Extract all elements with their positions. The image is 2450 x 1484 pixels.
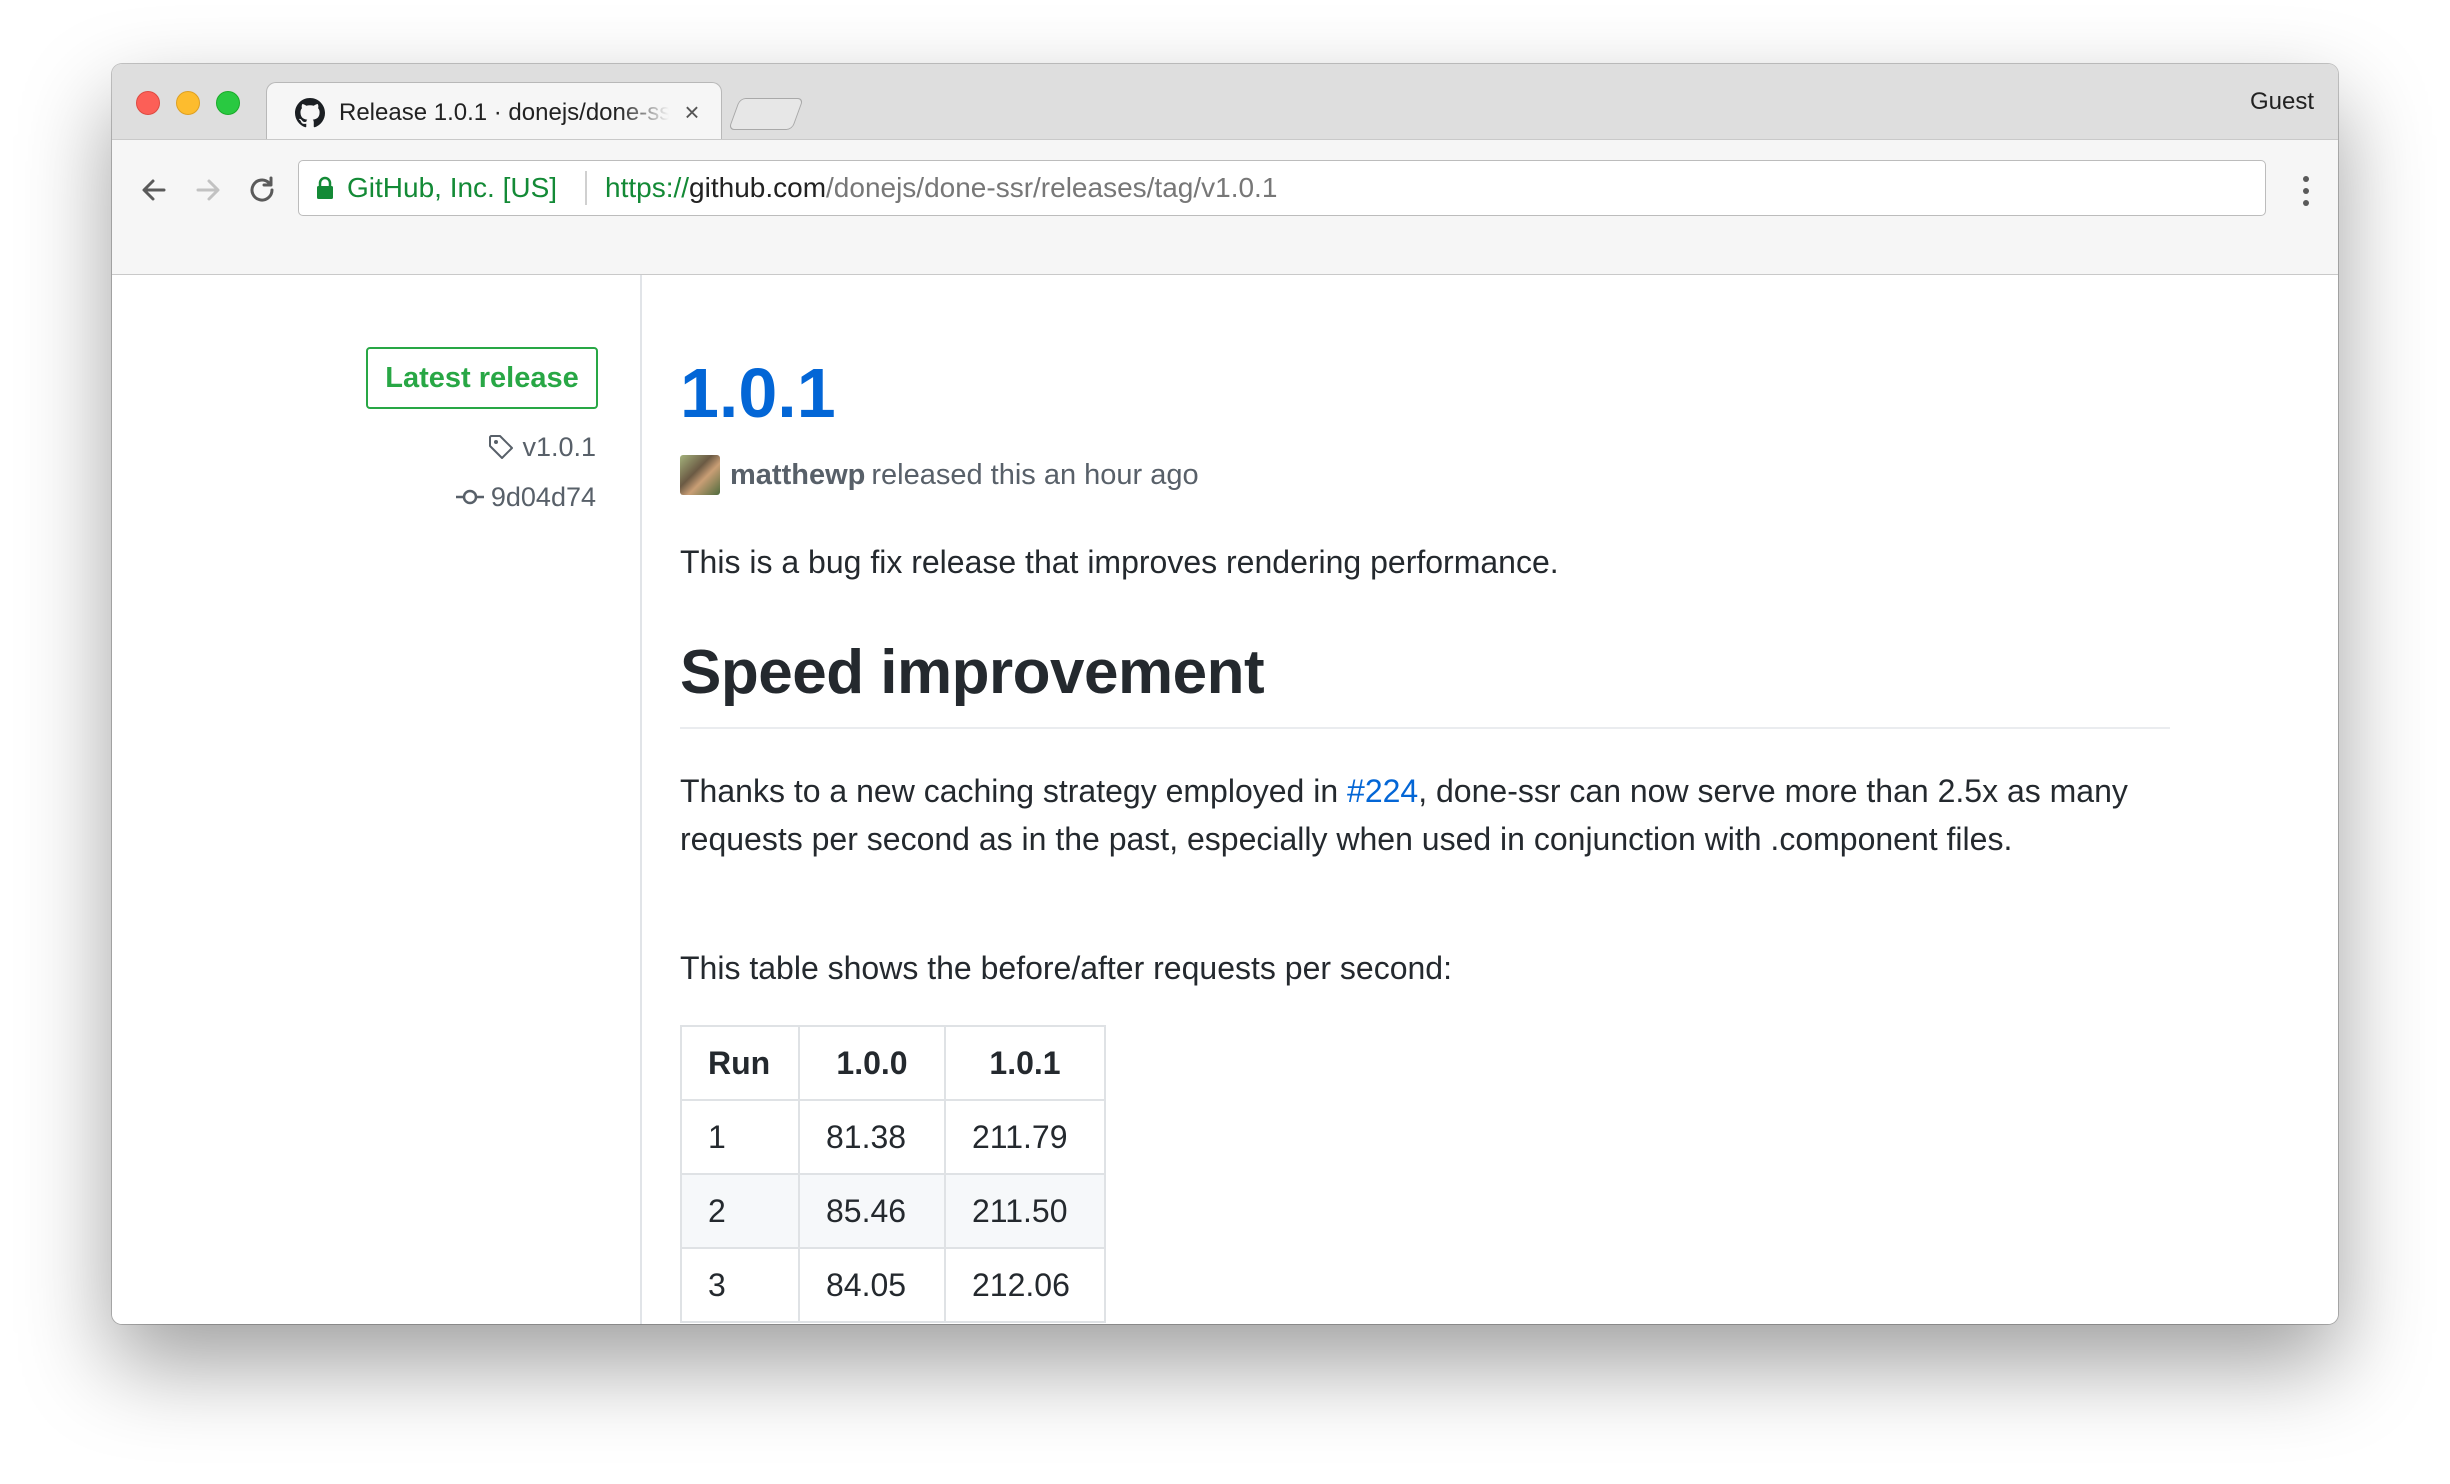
speed-paragraph: Thanks to a new caching strategy employe… <box>680 767 2170 863</box>
close-window-button[interactable] <box>136 91 160 115</box>
url-scheme: https:// <box>605 172 690 203</box>
section-heading: Speed improvement <box>680 633 2170 729</box>
browser-window: Release 1.0.1 · donejs/done-ssr × Guest … <box>112 64 2338 1324</box>
tag-icon <box>489 435 514 459</box>
tab-close-icon[interactable]: × <box>679 97 705 127</box>
release-intro: This is a bug fix release that improves … <box>680 544 1559 580</box>
column-header-1-0-0: 1.0.0 <box>798 1025 946 1101</box>
table-header-row: Run 1.0.0 1.0.1 <box>680 1025 1106 1101</box>
release-author-line: matthewp released this an hour ago <box>680 455 1199 495</box>
table-cell: 85.46 <box>798 1173 946 1249</box>
table-cell: 211.50 <box>944 1173 1106 1249</box>
table-cell: 3 <box>680 1247 800 1323</box>
forward-arrow-icon[interactable] <box>188 170 228 210</box>
column-header-run: Run <box>680 1025 800 1101</box>
browser-toolbar: GitHub, Inc. [US] https://github.com/don… <box>112 139 2338 275</box>
url-text[interactable]: https://github.com/donejs/done-ssr/relea… <box>605 171 1277 205</box>
reload-icon[interactable] <box>242 170 282 210</box>
released-time-text: released this an hour ago <box>871 458 1199 491</box>
new-tab-button[interactable] <box>728 98 804 130</box>
release-sidebar: Latest release v1.0.1 9d04d74 <box>112 275 642 1324</box>
commit-icon <box>455 489 484 505</box>
commit-sha: 9d04d74 <box>490 482 596 512</box>
page-content: Latest release v1.0.1 9d04d74 1.0.1 matt… <box>112 275 2338 1324</box>
browser-tab-active[interactable]: Release 1.0.1 · donejs/done-ssr × <box>266 82 722 140</box>
tag-label: v1.0.1 <box>522 432 596 462</box>
table-cell: 81.38 <box>798 1099 946 1175</box>
table-cell: 2 <box>680 1173 800 1249</box>
security-label[interactable]: GitHub, Inc. [US] <box>347 171 557 205</box>
author-link[interactable]: matthewp <box>730 459 865 492</box>
table-intro: This table shows the before/after reques… <box>680 950 1452 986</box>
issue-link[interactable]: #224 <box>1347 773 1418 809</box>
table-cell: 211.79 <box>944 1099 1106 1175</box>
table-cell: 1 <box>680 1099 800 1175</box>
column-header-1-0-1: 1.0.1 <box>944 1025 1106 1101</box>
address-bar[interactable]: GitHub, Inc. [US] https://github.com/don… <box>298 160 2266 216</box>
maximize-window-button[interactable] <box>216 91 240 115</box>
tab-title: Release 1.0.1 · donejs/done-ssr <box>339 99 669 126</box>
github-octocat-icon <box>295 98 325 128</box>
release-title-link[interactable]: 1.0.1 <box>680 353 836 433</box>
avatar[interactable] <box>680 455 720 495</box>
url-path: /donejs/done-ssr/releases/tag/v1.0.1 <box>826 172 1278 203</box>
paragraph-text-before-link: Thanks to a new caching strategy employe… <box>680 773 1348 809</box>
table-cell: 84.05 <box>798 1247 946 1323</box>
back-arrow-icon[interactable] <box>134 170 174 210</box>
table-row: 3 84.05 212.06 <box>680 1247 1106 1323</box>
table-cell: 212.06 <box>944 1247 1106 1323</box>
results-table: Run 1.0.0 1.0.1 1 81.38 211.79 2 85.46 2… <box>680 1025 1106 1323</box>
minimize-window-button[interactable] <box>176 91 200 115</box>
title-bar: Release 1.0.1 · donejs/done-ssr × Guest <box>112 64 2338 140</box>
url-host: github.com <box>689 172 827 203</box>
latest-release-badge: Latest release <box>366 347 598 409</box>
table-row: 1 81.38 211.79 <box>680 1099 1106 1175</box>
commit-link[interactable]: 9d04d74 <box>455 479 596 515</box>
tag-link[interactable]: v1.0.1 <box>486 429 596 465</box>
profile-button[interactable]: Guest <box>2250 86 2314 118</box>
kebab-menu-icon[interactable] <box>2302 174 2310 208</box>
lock-icon <box>317 176 333 199</box>
table-row: 2 85.46 211.50 <box>680 1173 1106 1249</box>
address-bar-divider <box>585 171 587 205</box>
